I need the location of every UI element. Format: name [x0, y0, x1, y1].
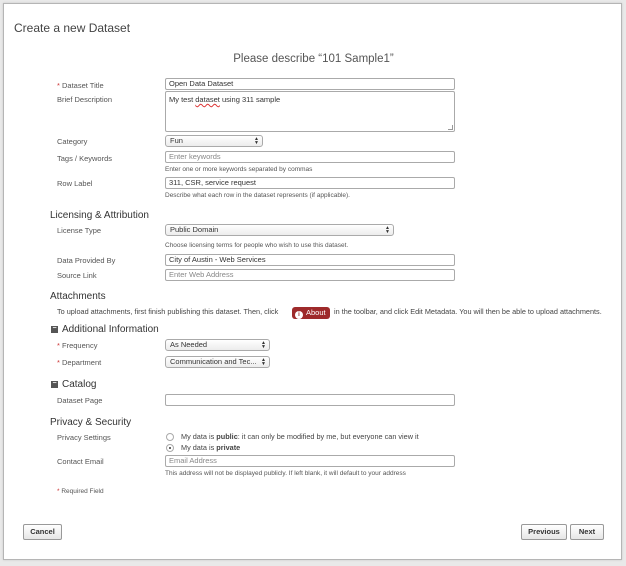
required-field-note: * Required Field [57, 488, 104, 495]
row-label-input[interactable]: 311, CSR, service request [165, 177, 455, 189]
frequency-select[interactable]: As Needed ▲ ▼ [165, 339, 270, 351]
category-label: Category [57, 137, 88, 146]
data-provided-by-input[interactable]: City of Austin - Web Services [165, 254, 455, 266]
license-type-label: License Type [57, 226, 102, 235]
cancel-button[interactable]: Cancel [23, 524, 62, 540]
frequency-label: * Frequency [57, 341, 98, 350]
dataset-title-input[interactable]: Open Data Dataset [165, 78, 455, 90]
license-type-hint: Choose licensing terms for people who wi… [165, 242, 349, 249]
spellcheck-word: dataset [195, 95, 220, 104]
resize-grip-icon[interactable] [448, 125, 453, 130]
radio-public-label[interactable]: My data is public: it can only be modifi… [181, 432, 419, 441]
privacy-heading: Privacy & Security [50, 417, 132, 428]
contact-email-label: Contact Email [57, 457, 104, 466]
about-button[interactable]: i About [292, 307, 330, 319]
brief-description-label: Brief Description [57, 95, 113, 104]
brief-description-textarea[interactable]: My test dataset using 311 sample [165, 91, 455, 132]
licensing-heading: Licensing & Attribution [50, 210, 149, 221]
select-arrows-icon: ▲ ▼ [261, 357, 266, 367]
catalog-heading: Catalog [62, 379, 97, 390]
attachments-heading: Attachments [50, 291, 106, 302]
department-select[interactable]: Communication and Tec... ▲ ▼ [165, 356, 270, 368]
radio-private[interactable] [166, 444, 174, 452]
row-label-label: Row Label [57, 179, 93, 188]
info-icon: i [295, 311, 303, 319]
dataset-title-label: * Dataset Title [57, 81, 104, 90]
next-button[interactable]: Next [570, 524, 604, 540]
data-provided-by-label: Data Provided By [57, 256, 116, 265]
row-label-hint: Describe what each row in the dataset re… [165, 192, 350, 199]
contact-email-hint: This address will not be displayed publi… [165, 470, 406, 477]
attachments-text-before: To upload attachments, first finish publ… [57, 307, 279, 316]
radio-private-label[interactable]: My data is private [181, 443, 240, 452]
contact-email-input[interactable]: Email Address [165, 455, 455, 467]
select-arrows-icon: ▲ ▼ [385, 225, 390, 235]
select-arrows-icon: ▲ ▼ [261, 340, 266, 350]
form-subtitle: Please describe “101 Sample1” [233, 53, 394, 65]
select-arrows-icon: ▲ ▼ [254, 136, 259, 146]
dialog-title: Create a new Dataset [14, 21, 131, 35]
previous-button[interactable]: Previous [521, 524, 567, 540]
dataset-page-label: Dataset Page [57, 396, 103, 405]
source-link-label: Source Link [57, 271, 97, 280]
additional-info-heading: Additional Information [62, 324, 159, 335]
attachments-text-after: in the toolbar, and click Edit Metadata.… [334, 307, 602, 316]
collapse-icon[interactable]: − [51, 325, 58, 333]
license-type-select[interactable]: Public Domain ▲ ▼ [165, 224, 394, 236]
tags-input[interactable]: Enter keywords [165, 151, 455, 163]
source-link-input[interactable]: Enter Web Address [165, 269, 455, 281]
radio-public[interactable] [166, 433, 174, 441]
create-dataset-dialog: Create a new Dataset Please describe “10… [3, 3, 622, 560]
collapse-icon[interactable]: − [51, 380, 58, 388]
department-label: * Department [57, 358, 102, 367]
tags-hint: Enter one or more keywords separated by … [165, 166, 313, 173]
privacy-settings-label: Privacy Settings [57, 433, 111, 442]
dataset-page-input[interactable] [165, 394, 455, 406]
tags-label: Tags / Keywords [57, 154, 113, 163]
required-marker: * [57, 81, 60, 90]
category-select[interactable]: Fun ▲ ▼ [165, 135, 263, 147]
